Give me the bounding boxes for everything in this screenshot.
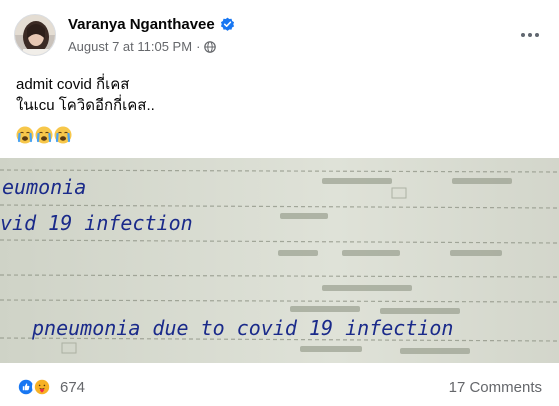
handwriting-line: eumonia bbox=[2, 175, 86, 199]
avatar[interactable] bbox=[14, 14, 56, 56]
author-row: Varanya Nganthavee bbox=[68, 16, 235, 33]
handwritten-form-photo: eumonia vid 19 infection pneumonia due t… bbox=[0, 158, 559, 363]
crying-face-emoji-icon bbox=[54, 126, 72, 144]
more-options-icon bbox=[521, 33, 539, 37]
handwriting-line: pneumonia due to covid 19 infection bbox=[31, 316, 453, 340]
care-reaction-icon bbox=[32, 377, 52, 397]
facebook-post: Varanya Nganthavee August 7 at 11:05 PM … bbox=[0, 0, 559, 406]
comments-link[interactable]: 17 Comments bbox=[449, 379, 542, 396]
post-photo[interactable]: eumonia vid 19 infection pneumonia due t… bbox=[0, 158, 559, 363]
avatar-image bbox=[15, 15, 55, 55]
post-meta: August 7 at 11:05 PM · bbox=[68, 39, 217, 54]
author-name[interactable]: Varanya Nganthavee bbox=[68, 16, 215, 33]
post-text: admit covid กี่เคส ในเcu โควิดอีกกี่เคส.… bbox=[16, 74, 155, 144]
post-footer: 674 17 Comments bbox=[0, 363, 559, 406]
more-options-button[interactable] bbox=[515, 20, 545, 50]
post-text-line: admit covid กี่เคส bbox=[16, 76, 130, 93]
reactions-summary[interactable]: 674 bbox=[16, 377, 85, 397]
post-text-line: ในเcu โควิดอีกกี่เคส.. bbox=[16, 97, 155, 114]
post-timestamp[interactable]: August 7 at 11:05 PM bbox=[68, 39, 192, 54]
globe-icon[interactable] bbox=[204, 40, 217, 53]
crying-face-emoji-icon bbox=[35, 126, 53, 144]
post-header: Varanya Nganthavee August 7 at 11:05 PM … bbox=[14, 14, 545, 58]
emoji-row bbox=[16, 126, 155, 144]
handwriting-line: vid 19 infection bbox=[0, 211, 193, 235]
crying-face-emoji-icon bbox=[16, 126, 34, 144]
verified-badge-icon bbox=[220, 17, 234, 31]
meta-separator: · bbox=[196, 39, 201, 54]
reaction-count: 674 bbox=[60, 378, 86, 396]
